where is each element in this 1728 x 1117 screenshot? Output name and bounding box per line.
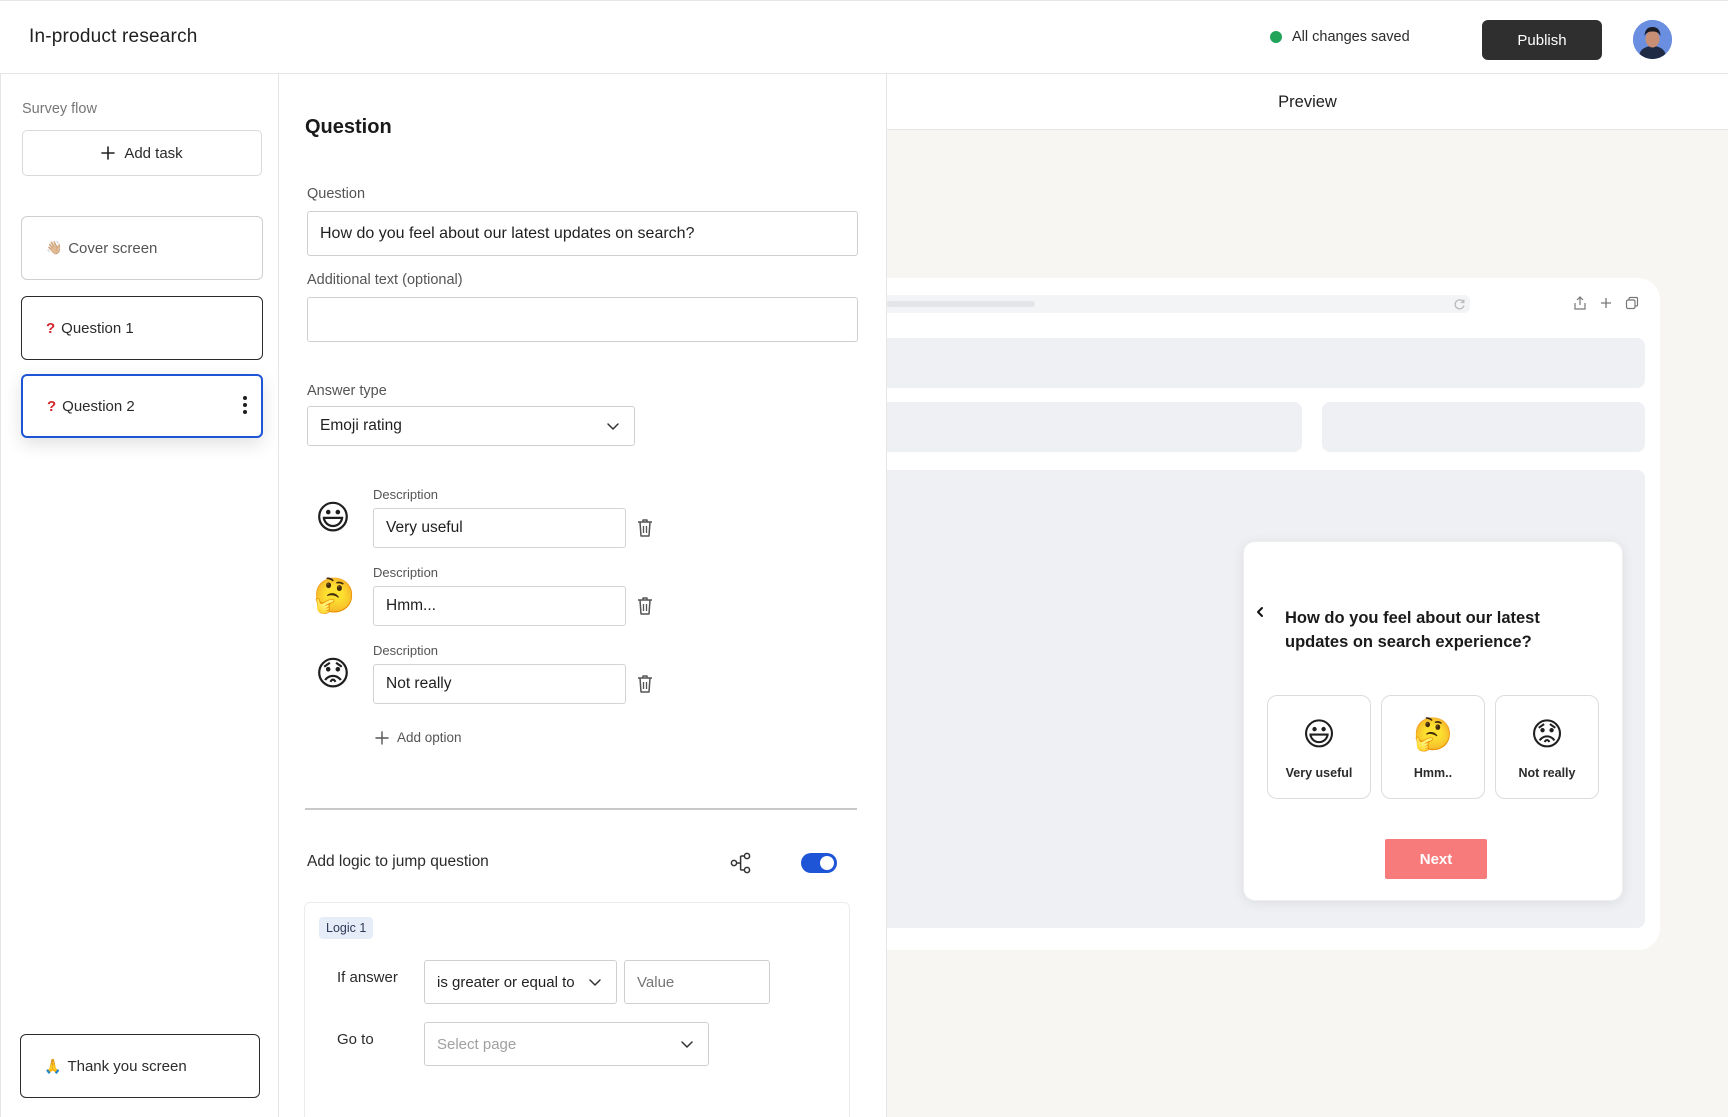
preview-pane: Preview How do you feel about our latest… bbox=[887, 74, 1728, 1117]
plus-icon bbox=[375, 730, 389, 745]
next-button[interactable]: Next bbox=[1385, 839, 1487, 879]
url-placeholder bbox=[887, 301, 1035, 307]
editor-title: Question bbox=[305, 116, 392, 138]
worried-face-icon[interactable]: 😟 bbox=[313, 654, 353, 694]
question-mark-icon: ? bbox=[46, 319, 56, 337]
sidebar-item-label: Thank you screen bbox=[67, 1057, 187, 1075]
back-chevron-icon[interactable] bbox=[1254, 606, 1266, 618]
sidebar-item-label: Cover screen bbox=[68, 239, 158, 257]
folded-hands-icon: 🙏 bbox=[44, 1057, 62, 1074]
save-status: All changes saved bbox=[1270, 29, 1410, 45]
logic-rule-card: Logic 1 If answer is greater or equal to… bbox=[304, 902, 850, 1117]
sidebar-item-label: Question 2 bbox=[62, 397, 135, 415]
top-header: In-product research All changes saved Pu… bbox=[0, 0, 1728, 74]
waving-hand-icon: 👋🏼 bbox=[46, 240, 63, 255]
url-bar bbox=[887, 295, 1470, 313]
value-input[interactable] bbox=[624, 960, 770, 1004]
add-option-button[interactable]: Add option bbox=[375, 730, 462, 745]
logic-tag: Logic 1 bbox=[319, 917, 374, 939]
option-description-input[interactable]: Very useful bbox=[373, 508, 626, 548]
sidebar-item-question-2[interactable]: ? Question 2 bbox=[21, 374, 263, 438]
question-mark-icon: ? bbox=[47, 397, 57, 415]
goto-page-select[interactable]: Select page bbox=[424, 1022, 709, 1066]
grinning-face-icon: 😃 bbox=[1302, 716, 1336, 752]
survey-preview-card: How do you feel about our latest updates… bbox=[1243, 541, 1623, 901]
choice-label: Very useful bbox=[1285, 766, 1353, 780]
new-tab-icon bbox=[1601, 298, 1611, 308]
placeholder-block bbox=[1322, 402, 1645, 452]
survey-choice-not-really[interactable]: 😟 Not really bbox=[1495, 695, 1599, 799]
question-editor: Question Question How do you feel about … bbox=[279, 74, 887, 1117]
user-avatar-image bbox=[1633, 20, 1672, 59]
answer-type-select[interactable]: Emoji rating bbox=[307, 406, 635, 446]
browser-toolbar-icons bbox=[1573, 296, 1639, 310]
more-options-icon[interactable] bbox=[243, 396, 247, 414]
operator-value: is greater or equal to bbox=[437, 973, 575, 991]
save-status-text: All changes saved bbox=[1292, 29, 1410, 45]
chevron-down-icon bbox=[607, 423, 619, 430]
add-task-label: Add task bbox=[124, 144, 183, 162]
option-description-input[interactable]: Not really bbox=[373, 664, 626, 704]
preview-title: Preview bbox=[1278, 93, 1337, 111]
goto-label: Go to bbox=[337, 1031, 374, 1048]
tabs-icon bbox=[1625, 296, 1639, 310]
avatar[interactable] bbox=[1633, 20, 1672, 59]
operator-select[interactable]: is greater or equal to bbox=[424, 960, 617, 1004]
choice-label: Not really bbox=[1518, 766, 1576, 780]
additional-text-input[interactable] bbox=[307, 297, 858, 342]
add-task-button[interactable]: Add task bbox=[22, 130, 262, 176]
option-description-label: Description bbox=[373, 565, 439, 580]
worried-face-icon: 😟 bbox=[1530, 716, 1564, 752]
trash-icon[interactable] bbox=[636, 596, 654, 616]
plus-icon bbox=[101, 146, 116, 160]
reload-icon bbox=[1454, 299, 1465, 310]
if-answer-label: If answer bbox=[337, 969, 398, 986]
add-option-label: Add option bbox=[397, 730, 462, 745]
answer-type-label: Answer type bbox=[307, 383, 387, 399]
option-description-label: Description bbox=[373, 643, 439, 658]
trash-icon[interactable] bbox=[636, 518, 654, 538]
survey-flow-sidebar: Survey flow Add task 👋🏼 Cover screen ? Q… bbox=[0, 74, 279, 1117]
sidebar-item-thank-you-screen[interactable]: 🙏 Thank you screen bbox=[20, 1034, 260, 1098]
app-title: In-product research bbox=[29, 26, 198, 47]
section-divider bbox=[305, 808, 857, 810]
branch-logic-icon bbox=[730, 852, 751, 874]
trash-icon[interactable] bbox=[636, 674, 654, 694]
choice-label: Hmm.. bbox=[1413, 766, 1453, 780]
saved-status-dot bbox=[1270, 31, 1282, 43]
chevron-down-icon bbox=[589, 979, 601, 986]
survey-choice-very-useful[interactable]: 😃 Very useful bbox=[1267, 695, 1371, 799]
question-field-label: Question bbox=[307, 186, 366, 202]
option-description-input[interactable]: Hmm... bbox=[373, 586, 626, 626]
chevron-down-icon bbox=[681, 1041, 693, 1048]
survey-choice-hmm[interactable]: 🤔 Hmm.. bbox=[1381, 695, 1485, 799]
sidebar-item-label: Question 1 bbox=[61, 319, 134, 337]
publish-button[interactable]: Publish bbox=[1482, 20, 1602, 60]
sidebar-item-question-1[interactable]: ? Question 1 bbox=[21, 296, 263, 360]
share-icon bbox=[1574, 296, 1586, 310]
question-input[interactable]: How do you feel about our latest updates… bbox=[307, 211, 858, 256]
sidebar-item-cover-screen[interactable]: 👋🏼 Cover screen bbox=[21, 216, 263, 280]
option-description-label: Description bbox=[373, 487, 439, 502]
toggle-knob bbox=[820, 856, 834, 870]
answer-type-value: Emoji rating bbox=[320, 417, 402, 434]
logic-toggle-label: Add logic to jump question bbox=[307, 853, 489, 870]
thinking-face-icon: 🤔 bbox=[1413, 716, 1453, 752]
goto-placeholder: Select page bbox=[437, 1035, 517, 1053]
thinking-face-icon[interactable]: 🤔 bbox=[313, 576, 355, 616]
preview-header: Preview bbox=[887, 74, 1728, 130]
placeholder-block bbox=[887, 338, 1645, 388]
grinning-face-icon[interactable]: 😃 bbox=[313, 498, 353, 538]
survey-question-text: How do you feel about our latest updates… bbox=[1285, 609, 1540, 651]
additional-text-label: Additional text (optional) bbox=[307, 272, 463, 288]
placeholder-block bbox=[887, 402, 1302, 452]
sidebar-heading: Survey flow bbox=[22, 101, 97, 117]
logic-toggle[interactable] bbox=[801, 853, 837, 873]
